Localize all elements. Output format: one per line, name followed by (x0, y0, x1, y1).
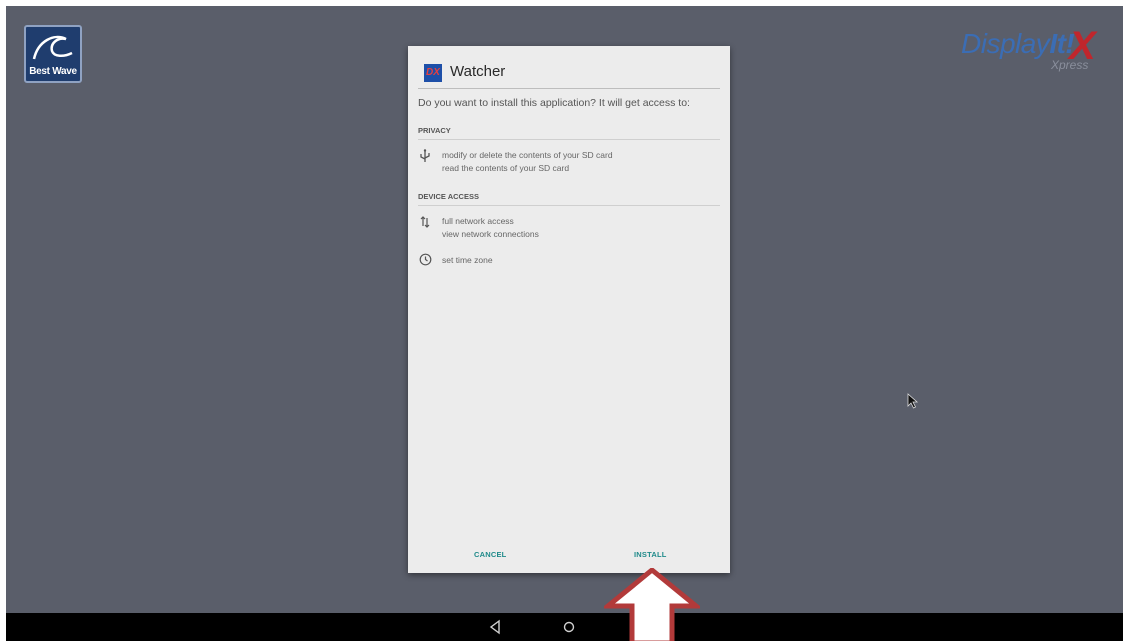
permission-line: modify or delete the contents of your SD… (442, 150, 613, 160)
cancel-button[interactable]: CANCEL (474, 550, 506, 559)
best-wave-logo-text: Best Wave (29, 66, 77, 77)
displayit-xpress-text: Xpress (1051, 58, 1089, 72)
permission-line: full network access (442, 216, 514, 226)
permission-line: view network connections (442, 229, 539, 239)
android-nav-bar (6, 613, 1123, 641)
displayit-wordmark: DisplayIt! (961, 28, 1075, 59)
permission-line: set time zone (442, 255, 493, 265)
best-wave-logo: Best Wave (24, 25, 82, 83)
app-icon: DX (424, 64, 442, 82)
install-button[interactable]: INSTALL (634, 550, 667, 559)
network-arrows-icon (418, 215, 432, 229)
section-privacy: PRIVACY (418, 126, 720, 140)
arrow-up-icon (604, 568, 700, 641)
displayit-xpress-logo: DisplayIt! X Xpress (961, 24, 1121, 78)
wave-icon (32, 35, 73, 60)
usb-icon (418, 149, 432, 163)
permission-line: read the contents of your SD card (442, 163, 570, 173)
section-device-access: DEVICE ACCESS (418, 192, 720, 206)
install-dialog: DX Watcher Do you want to install this a… (408, 46, 730, 573)
install-question: Do you want to install this application?… (418, 97, 690, 109)
back-triangle-icon[interactable] (488, 619, 502, 635)
dialog-header: DX Watcher (418, 60, 720, 89)
clock-icon (418, 253, 432, 267)
home-circle-icon[interactable] (562, 620, 576, 634)
mouse-cursor-icon (907, 393, 919, 409)
app-title: Watcher (450, 63, 506, 80)
android-screen: Best Wave DisplayIt! X Xpress DX Watcher… (6, 6, 1123, 641)
